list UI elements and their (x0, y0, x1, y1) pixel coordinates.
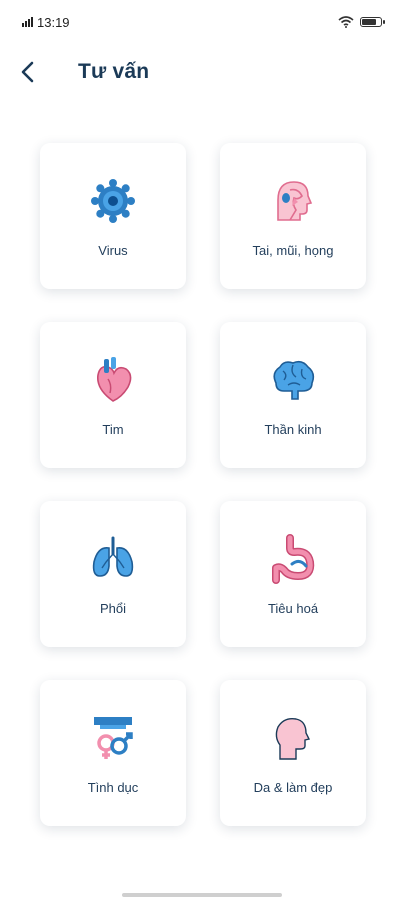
category-label: Da & làm đẹp (253, 780, 333, 795)
status-right (338, 16, 385, 28)
category-card-digestive[interactable]: Tiêu hoá (220, 501, 366, 647)
header: Tư vấn (0, 52, 404, 92)
back-button[interactable] (8, 52, 48, 92)
category-card-sexual[interactable]: Tình dục (40, 680, 186, 826)
brain-icon (267, 354, 319, 406)
scroll-indicator (122, 893, 282, 897)
signal-icon (22, 17, 33, 27)
chevron-left-icon (21, 61, 34, 83)
category-card-heart[interactable]: Tim (40, 322, 186, 468)
category-label: Tai, mũi, họng (252, 243, 334, 258)
category-label: Thần kinh (264, 422, 322, 437)
heart-icon (87, 354, 139, 406)
status-time: 13:19 (37, 14, 70, 30)
category-card-skin[interactable]: Da & làm đẹp (220, 680, 366, 826)
lungs-icon (87, 533, 139, 585)
battery-icon (360, 17, 385, 27)
category-card-neuro[interactable]: Thần kinh (220, 322, 366, 468)
page-title: Tư vấn (78, 60, 150, 83)
wifi-icon (338, 16, 354, 28)
status-left: 13:19 (22, 15, 70, 30)
ent-head-icon (267, 175, 319, 227)
status-bar: 13:19 (0, 0, 404, 44)
category-grid: Virus Tai, mũi, họng Tim Thần kinh Phổi … (40, 143, 366, 826)
face-profile-icon (267, 712, 319, 764)
category-label: Phổi (99, 601, 127, 616)
virus-icon (87, 175, 139, 227)
category-label: Tiêu hoá (267, 601, 319, 616)
category-label: Tim (102, 422, 124, 437)
category-card-virus[interactable]: Virus (40, 143, 186, 289)
category-card-lungs[interactable]: Phổi (40, 501, 186, 647)
category-card-ent[interactable]: Tai, mũi, họng (220, 143, 366, 289)
stomach-icon (267, 533, 319, 585)
category-label: Virus (98, 243, 128, 258)
battery-level (362, 19, 376, 25)
gender-symbols-icon (87, 712, 139, 764)
category-label: Tình dục (87, 780, 139, 795)
